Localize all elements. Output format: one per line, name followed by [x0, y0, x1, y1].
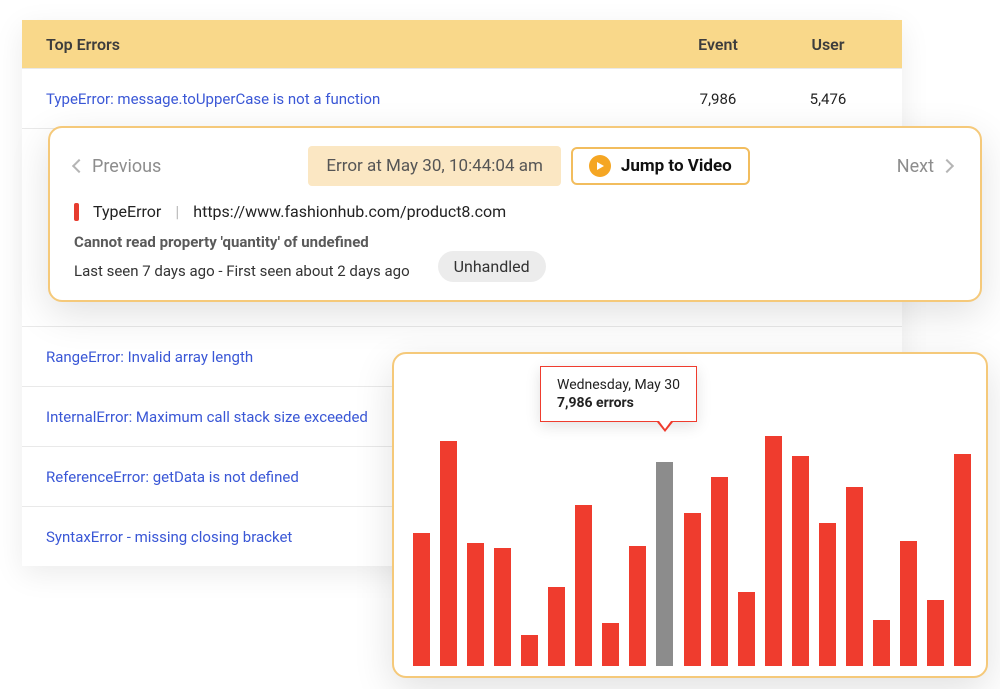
error-identity-line: TypeError | https://www.fashionhub.com/p…: [74, 202, 956, 221]
separator: |: [175, 202, 179, 221]
error-type: TypeError: [93, 202, 161, 221]
chart-bar[interactable]: [900, 541, 917, 666]
chart-area[interactable]: Wednesday, May 30 7,986 errors: [408, 372, 972, 666]
chart-bar[interactable]: [413, 533, 430, 666]
chart-bar[interactable]: [792, 456, 809, 666]
chart-bar[interactable]: [738, 592, 755, 666]
chart-tooltip: Wednesday, May 30 7,986 errors: [540, 366, 697, 422]
seen-row: Last seen 7 days ago - First seen about …: [74, 251, 956, 282]
error-user: 5,476: [778, 90, 878, 108]
errors-chart-panel: Wednesday, May 30 7,986 errors: [392, 352, 988, 678]
chart-bar[interactable]: [602, 623, 619, 666]
chart-bar[interactable]: [656, 462, 673, 666]
unhandled-badge: Unhandled: [438, 251, 546, 282]
chart-bar[interactable]: [873, 620, 890, 666]
next-label: Next: [897, 156, 934, 177]
table-header-row: Top Errors Event User: [22, 20, 902, 68]
chevron-left-icon: [72, 159, 86, 173]
chevron-right-icon: [940, 159, 954, 173]
chart-bar[interactable]: [629, 546, 646, 666]
chart-bar[interactable]: [846, 487, 863, 666]
header-top-errors: Top Errors: [46, 35, 658, 54]
chart-bar[interactable]: [711, 477, 728, 666]
previous-button[interactable]: Previous: [74, 156, 161, 177]
chart-bar[interactable]: [765, 436, 782, 666]
previous-label: Previous: [92, 156, 161, 177]
jump-label: Jump to Video: [621, 156, 732, 176]
chart-bar[interactable]: [575, 505, 592, 666]
error-url: https://www.fashionhub.com/product8.com: [193, 202, 506, 221]
next-button[interactable]: Next: [897, 156, 952, 177]
chart-bar[interactable]: [684, 513, 701, 666]
seen-text: Last seen 7 days ago - First seen about …: [74, 262, 410, 280]
error-message: Cannot read property 'quantity' of undef…: [74, 233, 956, 251]
error-name: TypeError: message.toUpperCase is not a …: [46, 90, 658, 108]
chart-bar[interactable]: [467, 543, 484, 666]
error-timestamp: Error at May 30, 10:44:04 am: [308, 146, 561, 186]
chart-bar[interactable]: [494, 548, 511, 666]
detail-nav: Previous Error at May 30, 10:44:04 am Ju…: [74, 144, 956, 188]
chart-bar[interactable]: [548, 587, 565, 666]
chart-bar[interactable]: [819, 523, 836, 666]
header-event: Event: [658, 35, 778, 54]
tooltip-value: 7,986 errors: [557, 395, 680, 411]
play-icon: [589, 155, 611, 177]
chart-bar[interactable]: [440, 441, 457, 666]
chart-bar[interactable]: [521, 635, 538, 666]
severity-icon: [74, 203, 79, 221]
error-detail-card: Previous Error at May 30, 10:44:04 am Ju…: [48, 126, 982, 302]
jump-to-video-button[interactable]: Jump to Video: [571, 147, 750, 185]
error-event: 7,986: [658, 90, 778, 108]
tooltip-tail-icon: [657, 422, 673, 432]
tooltip-date: Wednesday, May 30: [557, 377, 680, 393]
detail-body: TypeError | https://www.fashionhub.com/p…: [74, 202, 956, 282]
table-row[interactable]: TypeError: message.toUpperCase is not a …: [22, 68, 902, 128]
header-user: User: [778, 35, 878, 54]
chart-bar[interactable]: [954, 454, 971, 666]
chart-bar[interactable]: [927, 600, 944, 666]
